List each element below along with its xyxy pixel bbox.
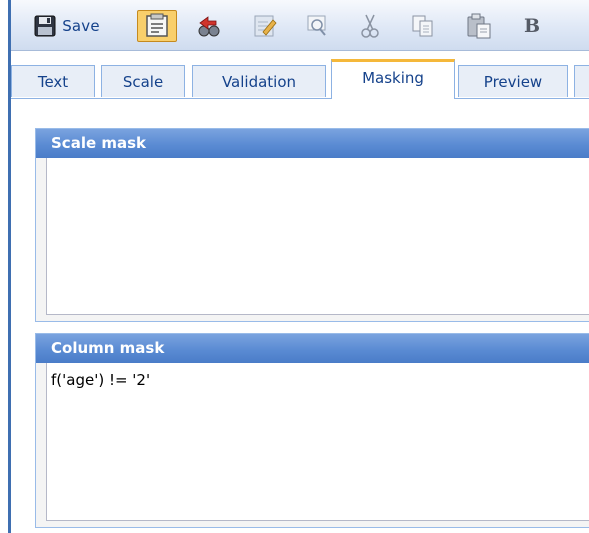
save-icon (34, 15, 56, 37)
scale-mask-body (36, 158, 589, 321)
properties-button[interactable] (137, 10, 177, 42)
copy-icon (411, 14, 435, 38)
toolbar: Save B (11, 0, 589, 51)
tab-text[interactable]: Text (11, 65, 95, 97)
bold-icon: B (523, 15, 541, 37)
find-button[interactable] (301, 10, 335, 42)
bold-button[interactable]: B (517, 10, 547, 42)
tab-preview[interactable]: Preview (458, 65, 568, 97)
scale-mask-panel: Scale mask (35, 128, 589, 322)
save-button[interactable]: Save (15, 10, 119, 42)
scale-mask-title: Scale mask (36, 129, 589, 158)
copy-button[interactable] (406, 10, 440, 42)
cut-button[interactable] (355, 10, 385, 42)
tab-scale[interactable]: Scale (101, 65, 185, 97)
tab-overflow[interactable] (574, 65, 589, 97)
save-label: Save (62, 17, 100, 35)
paste-button[interactable] (461, 10, 497, 42)
column-mask-panel: Column mask f('age') != '2' (35, 333, 589, 528)
tab-label: Text (37, 72, 69, 91)
cut-icon (361, 13, 379, 39)
tab-label: Masking (362, 69, 424, 87)
edit-button[interactable] (248, 10, 282, 42)
undo-icon (196, 14, 222, 38)
tab-label: Scale (122, 72, 164, 91)
tab-masking[interactable]: Masking (331, 59, 455, 99)
properties-icon (144, 13, 170, 39)
tab-validation[interactable]: Validation (192, 65, 326, 97)
column-mask-body: f('age') != '2' (36, 363, 589, 527)
tab-label: Validation (221, 72, 297, 91)
tab-strip: Text Scale Validation Masking Preview (11, 58, 589, 99)
paste-icon (466, 13, 492, 39)
undo-button[interactable] (191, 10, 227, 42)
scale-mask-input[interactable] (46, 158, 589, 315)
find-icon (306, 14, 330, 38)
column-mask-input[interactable]: f('age') != '2' (46, 363, 589, 521)
column-mask-title: Column mask (36, 334, 589, 363)
tab-label: Preview (483, 72, 543, 91)
edit-icon (253, 14, 277, 38)
